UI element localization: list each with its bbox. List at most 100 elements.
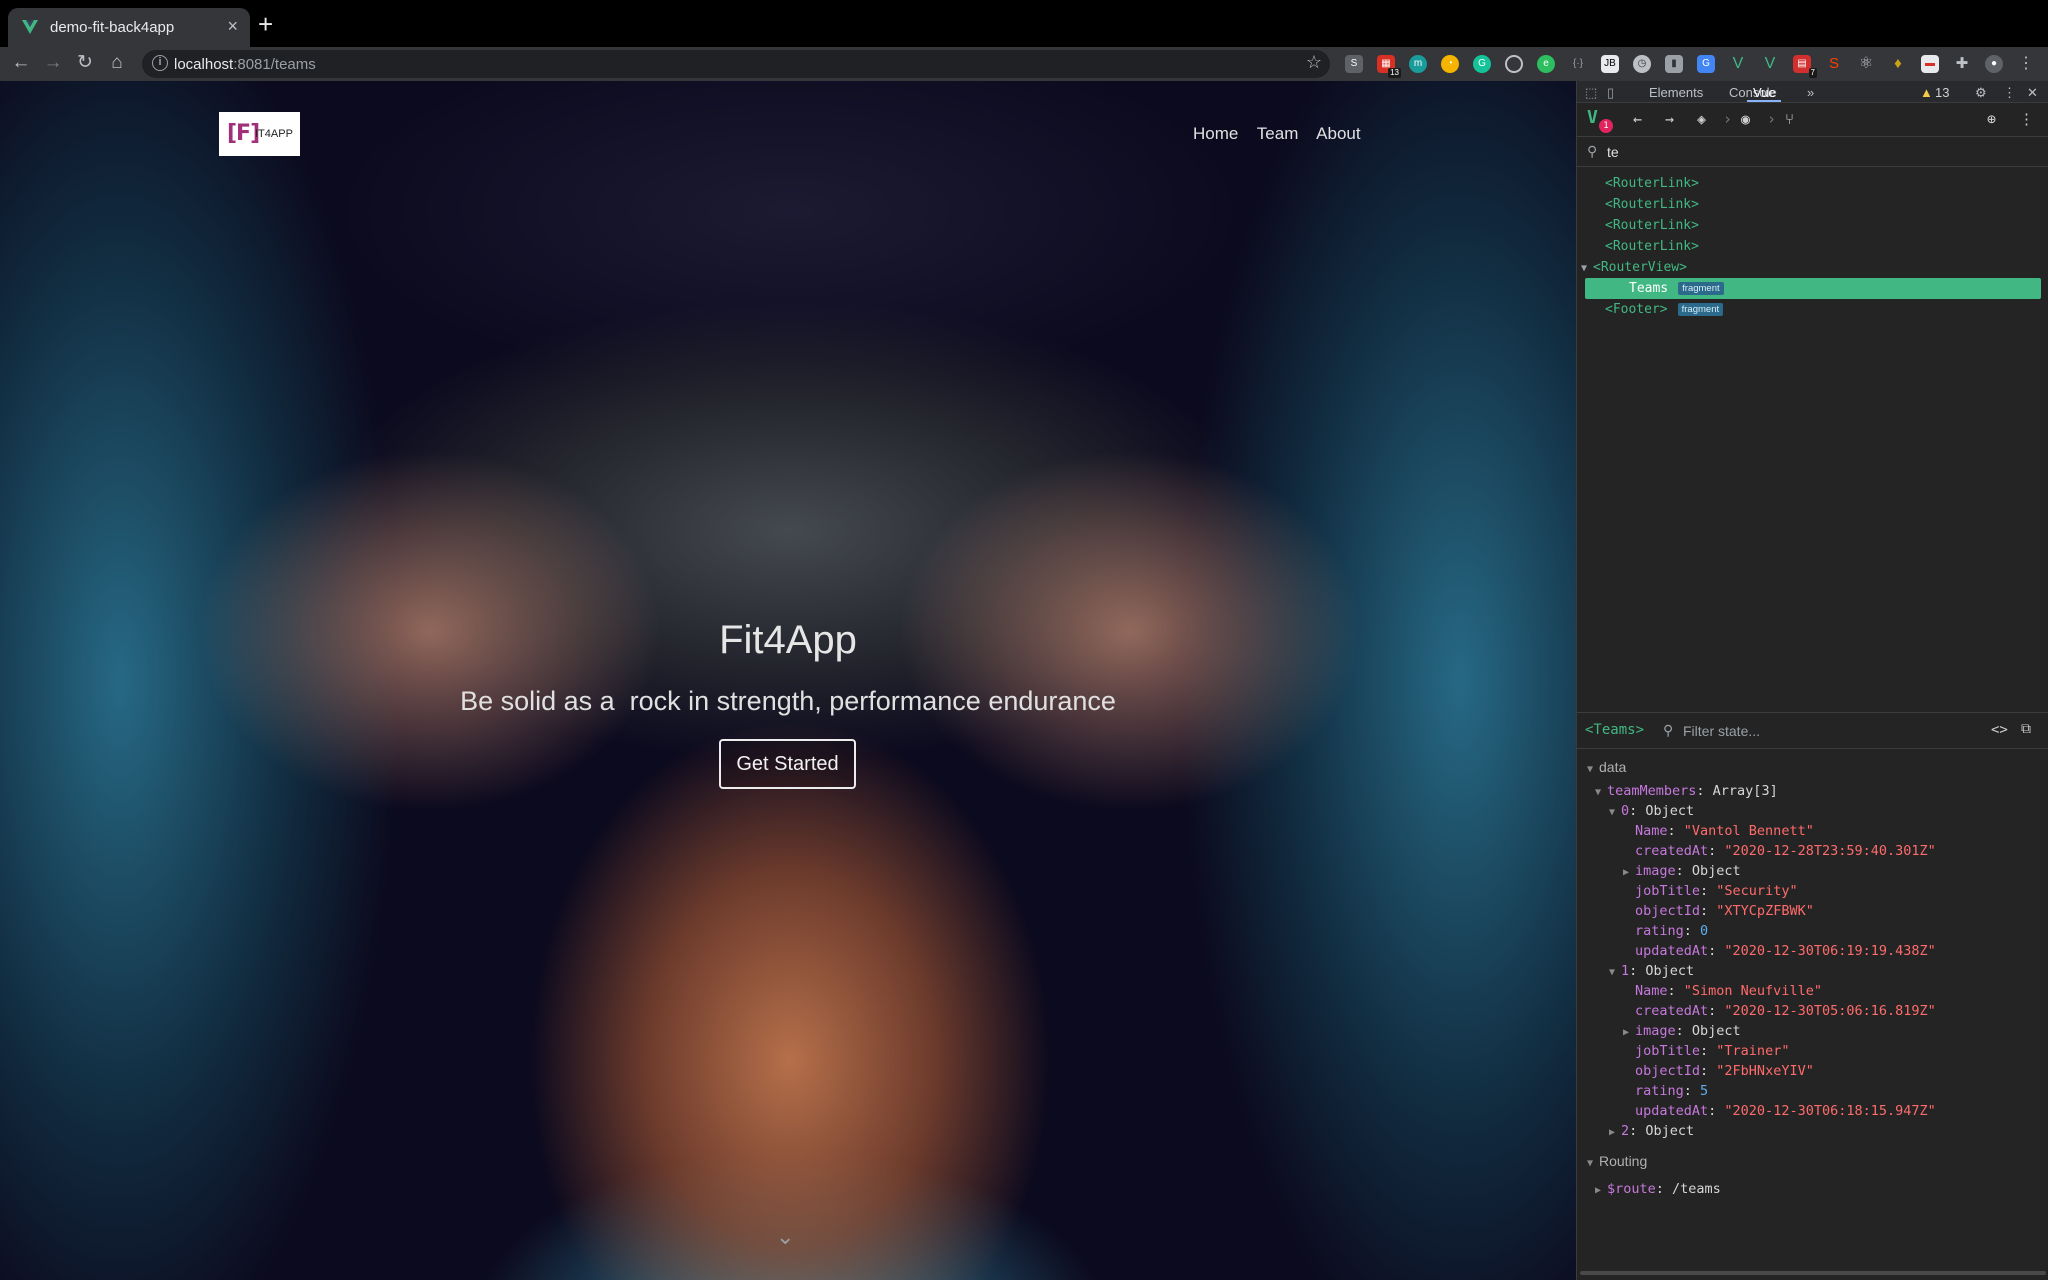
team-members-row[interactable]: ▼ teamMembers: Array[3] bbox=[1577, 781, 2048, 801]
tree-node[interactable]: <RouterLink> bbox=[1577, 173, 2048, 194]
extension-translate-icon[interactable]: G bbox=[1697, 55, 1715, 73]
chevron-down-icon[interactable]: ⌄ bbox=[776, 1224, 794, 1250]
collapse-caret-icon[interactable]: ▼ bbox=[1587, 1154, 1599, 1174]
extension-m-icon[interactable]: m bbox=[1409, 55, 1427, 73]
tree-node[interactable]: <RouterLink> bbox=[1577, 194, 2048, 215]
site-info-icon[interactable]: i bbox=[152, 55, 168, 71]
more-tabs-icon[interactable]: » bbox=[1807, 85, 1814, 100]
components-layers-icon[interactable]: ◈ bbox=[1697, 110, 1706, 128]
open-external-icon[interactable]: ⧉ bbox=[2021, 721, 2031, 737]
timeline-compass-icon[interactable]: ◉ bbox=[1741, 110, 1750, 128]
browser-menu-icon[interactable]: ⋮ bbox=[2017, 55, 2035, 73]
state-field-row[interactable]: ▶ image: Object bbox=[1577, 861, 2048, 881]
state-key: objectId bbox=[1635, 1063, 1701, 1079]
horizontal-scrollbar[interactable] bbox=[1580, 1271, 2046, 1275]
extension-compass-icon[interactable]: ◔ bbox=[1441, 55, 1459, 73]
extension-calendar-icon[interactable]: ▦ 13 bbox=[1377, 55, 1401, 78]
inspect-element-icon[interactable]: ⬚ bbox=[1585, 85, 1597, 101]
state-field-row[interactable]: ▶ image: Object bbox=[1577, 1021, 2048, 1041]
tree-node[interactable]: Teams fragment bbox=[1585, 278, 2041, 299]
expand-caret-icon[interactable]: ▶ bbox=[1595, 1181, 1607, 1201]
collapse-caret-icon[interactable]: ▼ bbox=[1595, 783, 1607, 803]
tab-close-icon[interactable]: × bbox=[227, 16, 238, 37]
tree-node-label: <RouterView> bbox=[1593, 260, 1687, 275]
extension-svelte-icon[interactable]: S bbox=[1825, 55, 1843, 73]
array-item-row[interactable]: ▼ 0: Object bbox=[1577, 801, 2048, 821]
tab-vue[interactable]: Vue bbox=[1753, 85, 1776, 100]
device-toolbar-icon[interactable]: ▯ bbox=[1607, 85, 1614, 101]
state-field-row: objectId: "XTYCpZFBWK" bbox=[1577, 901, 2048, 921]
extensions-puzzle-icon[interactable]: ✚ bbox=[1953, 55, 1971, 73]
reload-icon[interactable]: ↻ bbox=[72, 50, 98, 76]
extension-gauge-icon[interactable]: ◷ bbox=[1633, 55, 1651, 73]
extension-pin-icon[interactable]: ♦ bbox=[1889, 55, 1907, 73]
bookmark-star-icon[interactable]: ☆ bbox=[1306, 52, 1322, 73]
hero-subtitle: Be solid as a rock in strength, performa… bbox=[460, 686, 1116, 716]
warning-icon[interactable]: ▲ bbox=[1920, 85, 1933, 100]
expand-caret-icon[interactable]: ▶ bbox=[1623, 1023, 1635, 1043]
routes-tree-icon[interactable]: ⑂ bbox=[1785, 110, 1794, 128]
select-component-icon[interactable]: ⊕ bbox=[1987, 110, 1996, 128]
extension-grammarly-icon[interactable]: G bbox=[1473, 55, 1491, 73]
extension-skype-icon[interactable]: S bbox=[1345, 55, 1363, 73]
extension-bracket-icon[interactable]: {·} bbox=[1569, 55, 1587, 73]
settings-gear-icon[interactable]: ⚙ bbox=[1975, 85, 1987, 101]
tree-node[interactable]: <RouterLink> bbox=[1577, 215, 2048, 236]
collapse-caret-icon[interactable]: ▼ bbox=[1587, 760, 1599, 780]
data-section[interactable]: ▼ data bbox=[1577, 757, 2048, 777]
expand-caret-icon[interactable]: ▶ bbox=[1609, 1123, 1621, 1143]
site-logo[interactable]: [F] IT4APP bbox=[219, 112, 300, 156]
state-token: : bbox=[1696, 783, 1713, 799]
history-back-icon[interactable]: ← bbox=[1633, 110, 1642, 128]
home-icon[interactable]: ⌂ bbox=[104, 50, 130, 76]
browser-tab[interactable]: demo-fit-back4app × bbox=[8, 8, 250, 47]
tree-node[interactable]: <RouterLink> bbox=[1577, 236, 2048, 257]
devtools-panel: ⬚ ▯ Elements Console Vue » ▲ 13 ⚙ ⋮ ✕ V … bbox=[1576, 81, 2048, 1280]
vue-more-icon[interactable]: ⋮ bbox=[2019, 110, 2034, 128]
extension-evernote-icon[interactable]: e bbox=[1537, 55, 1555, 73]
tree-node[interactable]: <Footer> fragment bbox=[1577, 299, 2048, 320]
extension-vue-icon[interactable]: V bbox=[1729, 55, 1747, 73]
component-search[interactable]: ⚲ te bbox=[1577, 137, 2048, 167]
close-devtools-icon[interactable]: ✕ bbox=[2027, 85, 2038, 101]
state-value: "Vantol Bennett" bbox=[1683, 823, 1814, 839]
address-bar[interactable]: i localhost:8081/teams ☆ bbox=[142, 50, 1330, 78]
url-text[interactable]: localhost:8081/teams bbox=[174, 56, 316, 73]
page-viewport: [F] IT4APP Home Team About Fit4App Be so… bbox=[0, 81, 1576, 1280]
extension-jb-icon[interactable]: JB bbox=[1601, 55, 1619, 73]
array-item-row[interactable]: ▼ 1: Object bbox=[1577, 961, 2048, 981]
history-forward-icon[interactable]: → bbox=[1665, 110, 1674, 128]
devtools-menu-icon[interactable]: ⋮ bbox=[2003, 85, 2016, 101]
tree-node[interactable]: ▼ <RouterView> bbox=[1577, 257, 2048, 278]
nav-link-about[interactable]: About bbox=[1316, 124, 1360, 143]
collapse-caret-icon[interactable]: ▼ bbox=[1609, 963, 1621, 983]
state-token: : bbox=[1629, 1123, 1646, 1139]
expand-caret-icon[interactable]: ▶ bbox=[1623, 863, 1635, 883]
back-icon[interactable]: ← bbox=[8, 50, 34, 76]
routing-section[interactable]: ▼ Routing bbox=[1577, 1151, 2048, 1171]
extension-lastpass-icon[interactable]: ▤ 7 bbox=[1793, 55, 1817, 78]
new-tab-button[interactable]: + bbox=[258, 9, 273, 40]
extension-react-icon[interactable]: ⚛ bbox=[1857, 55, 1875, 73]
extension-page-icon[interactable]: ▮ bbox=[1665, 55, 1683, 73]
search-input[interactable]: te bbox=[1607, 144, 1619, 160]
collapse-caret-icon[interactable]: ▼ bbox=[1609, 803, 1621, 823]
state-field-row: Name: "Simon Neufville" bbox=[1577, 981, 2048, 1001]
state-key: image bbox=[1635, 1023, 1676, 1039]
extension-target-icon[interactable] bbox=[1505, 55, 1523, 73]
extension-vue-alt-icon[interactable]: V bbox=[1761, 55, 1779, 73]
tab-elements[interactable]: Elements bbox=[1649, 85, 1703, 100]
nav-link-team[interactable]: Team bbox=[1257, 124, 1299, 143]
get-started-button[interactable]: Get Started bbox=[719, 739, 856, 789]
forward-icon[interactable]: → bbox=[40, 50, 66, 76]
route-row[interactable]: ▶ $route: /teams bbox=[1577, 1179, 2048, 1199]
array-item-row[interactable]: ▶ 2: Object bbox=[1577, 1121, 2048, 1141]
extension-notes-icon[interactable]: ▬ bbox=[1921, 55, 1939, 73]
state-field-row: createdAt: "2020-12-28T23:59:40.301Z" bbox=[1577, 841, 2048, 861]
nav-link-home[interactable]: Home bbox=[1193, 124, 1238, 143]
filter-state-input[interactable]: Filter state... bbox=[1683, 723, 1760, 739]
expand-caret-icon[interactable]: ▼ bbox=[1581, 258, 1593, 279]
profile-avatar[interactable]: ● bbox=[1985, 55, 2003, 73]
state-token: : bbox=[1629, 803, 1646, 819]
inspect-source-icon[interactable]: <> bbox=[1991, 722, 2008, 738]
